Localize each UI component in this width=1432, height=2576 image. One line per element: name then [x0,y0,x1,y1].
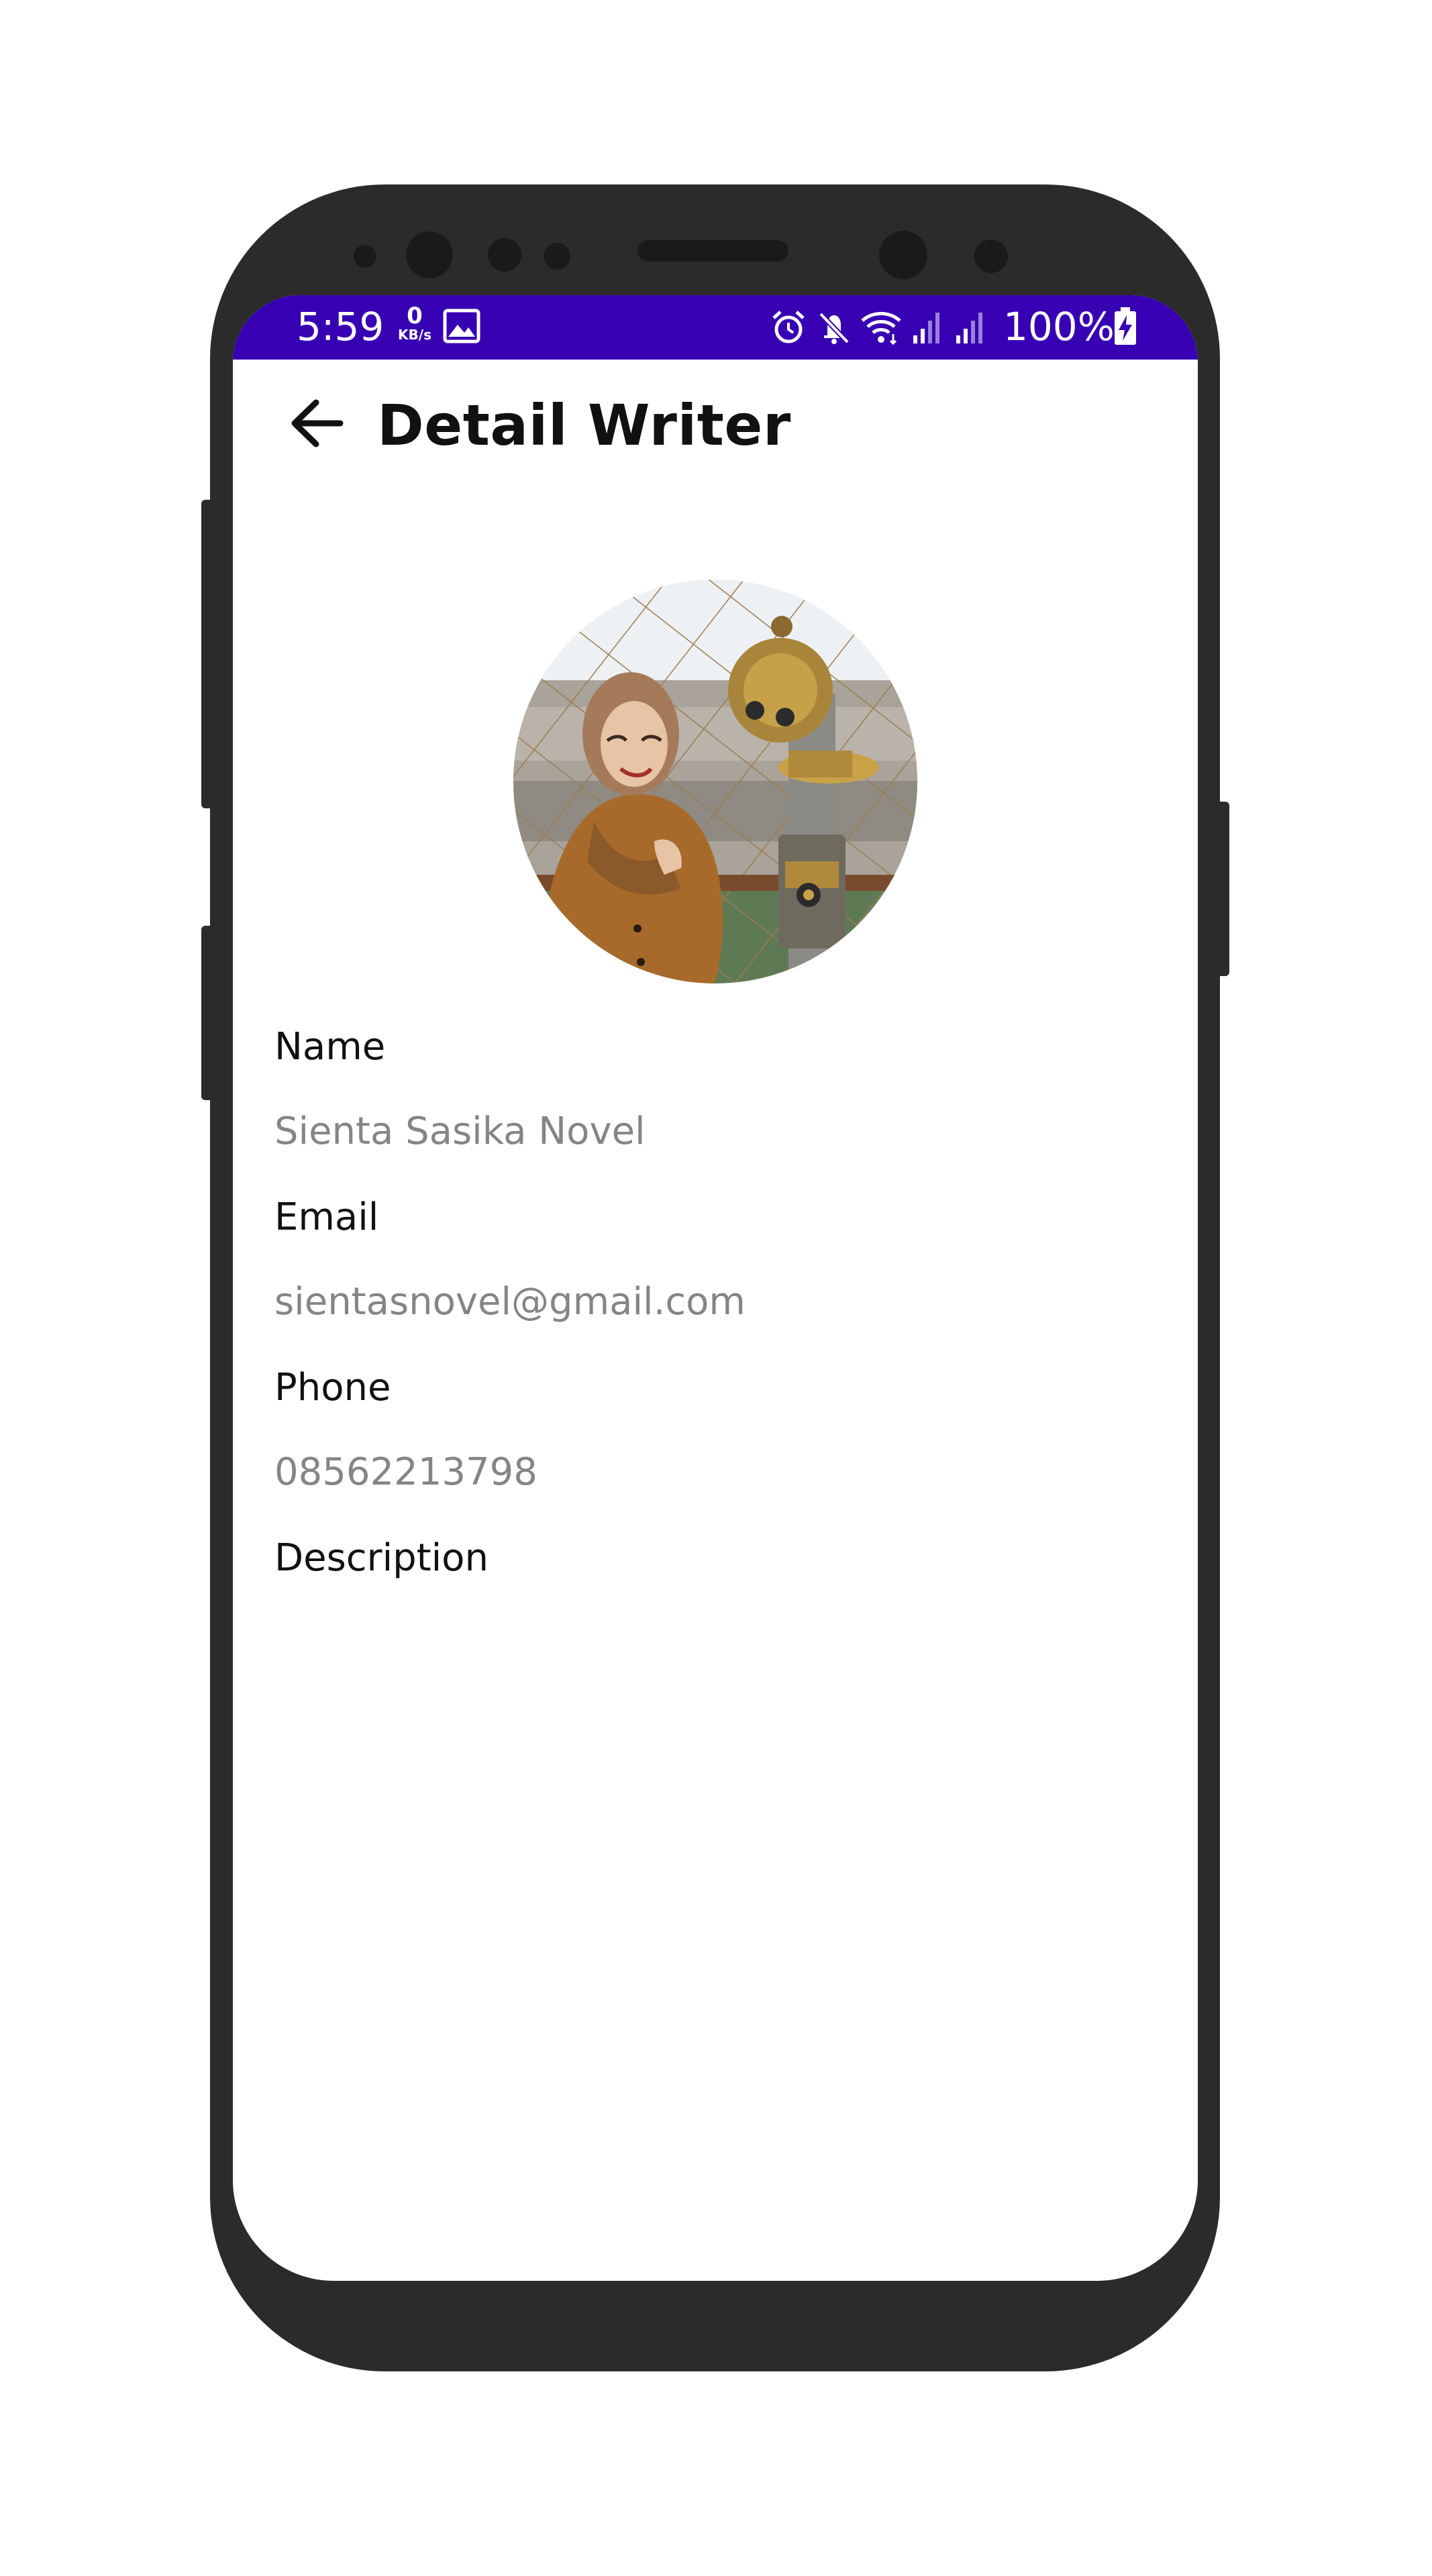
power-button [1216,802,1229,976]
phone-label: Phone [274,1366,391,1409]
battery-percent: 100% [1003,304,1115,350]
app-screen: 5:59 0 KB/s 100% Detail Writer Name Sien… [233,295,1198,2281]
name-label: Name [274,1025,386,1069]
description-label: Description [274,1536,489,1580]
front-camera-right [879,231,927,279]
signal-icon [913,313,939,343]
mute-icon [819,312,850,344]
sensor-dot [544,243,570,270]
network-speed-value: 0 [407,303,423,329]
sensor-dot [354,245,376,268]
earpiece-speaker [637,240,788,262]
arrow-left-icon[interactable] [287,393,347,453]
status-bar: 5:59 0 KB/s 100% [233,295,1198,360]
front-camera-left [406,231,453,278]
alarm-icon [772,311,805,343]
signal-icon [956,313,982,343]
sensor-dot [488,238,521,272]
phone-value: 08562213798 [274,1450,538,1494]
writer-avatar [513,580,917,983]
email-value: sientasnovel@gmail.com [274,1280,746,1324]
status-time: 5:59 [297,304,385,350]
network-speed: 0 KB/s [391,305,438,342]
sensor-dot [974,239,1008,273]
top-app-bar: Detail Writer [233,360,1198,474]
page-title: Detail Writer [377,392,791,458]
email-label: Email [274,1195,379,1239]
network-speed-unit: KB/s [398,327,431,343]
volume-down-button [201,926,215,1100]
battery-charging-icon [1115,307,1136,345]
volume-up-button [201,500,215,808]
image-icon [443,309,480,343]
name-value: Sienta Sasika Novel [274,1110,646,1153]
writer-photo [513,580,917,983]
wifi-icon [861,312,901,345]
